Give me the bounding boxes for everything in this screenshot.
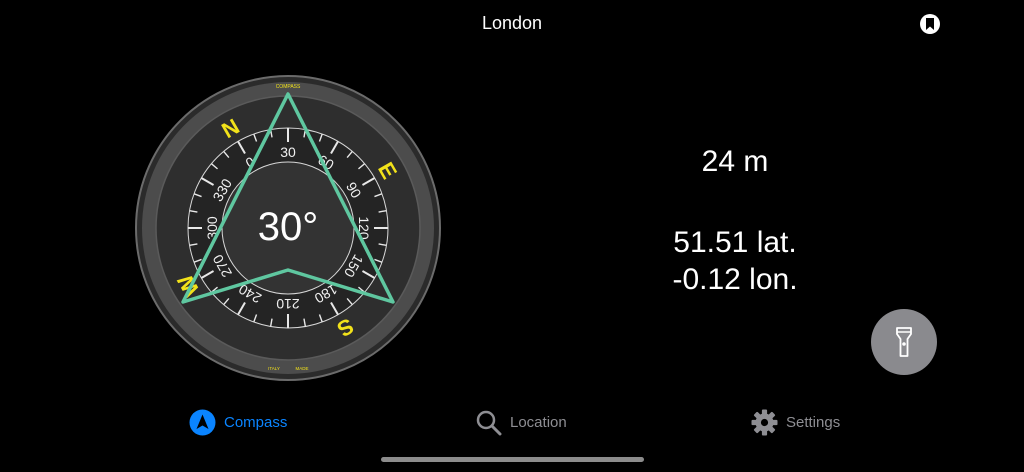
page-title: London	[481, 13, 543, 33]
compass-icon	[189, 409, 216, 435]
heading-readout: 30°	[258, 205, 319, 249]
tab-compass[interactable]: Compass	[189, 406, 287, 438]
tab-location[interactable]: Location	[475, 406, 567, 438]
compass-brand-right: MADE	[295, 366, 308, 371]
bezel-label: 210	[276, 296, 300, 312]
magnifier-icon	[476, 410, 502, 435]
bezel-label: 30	[280, 144, 296, 160]
home-indicator	[381, 457, 644, 462]
longitude-value: -0.12 lon.	[672, 263, 798, 296]
bookmark-icon[interactable]	[920, 14, 940, 34]
tab-settings-label: Settings	[786, 413, 841, 431]
compass-brand-top: COMPASS	[276, 84, 301, 90]
tab-settings[interactable]: Settings	[751, 406, 840, 438]
compass-brand-left: ITALY	[268, 366, 280, 371]
tab-compass-label: Compass	[224, 413, 288, 431]
flashlight-button[interactable]	[871, 309, 937, 375]
flashlight-icon	[896, 327, 912, 357]
gear-hole	[760, 418, 769, 426]
latitude-value: 51.51 lat.	[673, 226, 797, 259]
compass-dial[interactable]: 030 6090120150180210240270300330 NESW COM…	[134, 74, 442, 382]
altitude-value: 24 m	[701, 145, 769, 178]
tab-location-label: Location	[510, 413, 567, 431]
gear-icon	[751, 409, 778, 435]
